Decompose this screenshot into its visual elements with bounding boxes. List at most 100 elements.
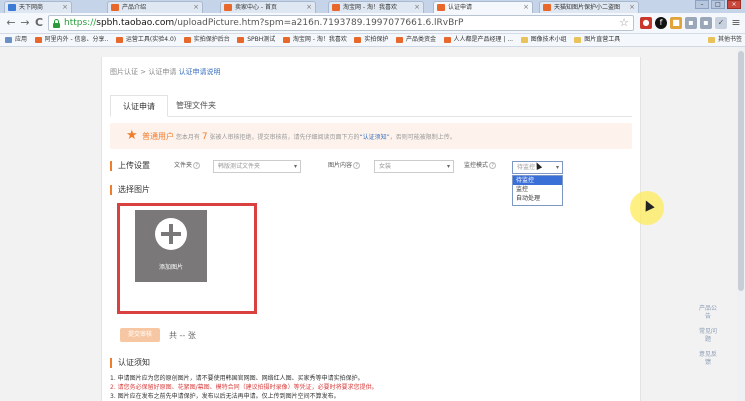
bookmark-folder[interactable]: 图片直营工具 — [574, 34, 620, 46]
plus-icon — [155, 218, 187, 250]
site-icon — [34, 37, 42, 43]
chevron-down-icon: ▾ — [555, 164, 559, 171]
tab-favicon-icon — [543, 4, 551, 11]
bookmark-item[interactable]: 应用 — [5, 34, 27, 46]
upload-highlight-frame: 添加图片 — [117, 203, 257, 314]
bookmark-item[interactable]: 淘宝网 - 淘！我喜欢 — [282, 34, 347, 46]
main-card: 图片认证 > 认证申请 认证申请说明 认证申请 管理文件夹 ★ 普通用户 您本月… — [101, 57, 641, 401]
tab-manage-folders[interactable]: 管理文件夹 — [164, 95, 228, 117]
help-icon[interactable]: ? — [353, 162, 361, 169]
scrollbar-thumb[interactable] — [738, 51, 744, 291]
help-icon[interactable]: ? — [193, 162, 201, 169]
bookmark-item[interactable]: 实拍保护 — [354, 34, 388, 46]
tab-close-icon[interactable]: × — [629, 2, 635, 13]
bookmark-item[interactable]: SPBH测试 — [237, 34, 275, 46]
tab-close-icon[interactable]: × — [414, 2, 420, 13]
add-image-label: 添加图片 — [158, 264, 183, 271]
browser-tab[interactable]: 卖家中心 - 首页 × — [220, 1, 316, 13]
maximize-button[interactable]: □ — [711, 0, 725, 9]
bookmarks-bar: 应用 阿里内外 - 信息、分享.. 运营工具(实验4.0) 实拍保护后台 SPB… — [0, 34, 745, 47]
content-label: 图片内容? — [328, 160, 361, 172]
browser-tab-active[interactable]: 认证申请 × — [433, 1, 533, 13]
notice-text: 普通用户 您本月有 7 张被人审核拒绝，提交审核前，请先仔细阅读页面下方的“认证… — [142, 132, 456, 142]
tab-favicon-icon — [111, 4, 119, 11]
browser-tab[interactable]: 天下网商 × — [4, 1, 72, 13]
menu-icon[interactable]: ≡ — [730, 17, 742, 29]
breadcrumb-link[interactable]: 认证申请 — [148, 68, 176, 76]
folder-select[interactable]: 韩版测试文件夹 ▾ — [213, 160, 301, 173]
site-icon — [282, 37, 290, 43]
chevron-down-icon: ▾ — [446, 163, 450, 170]
folder-icon — [574, 37, 582, 43]
tab-apply[interactable]: 认证申请 — [110, 95, 168, 117]
minimize-button[interactable]: – — [695, 0, 709, 9]
upload-settings-title: 上传设置 — [110, 161, 150, 171]
tab-favicon-icon — [8, 4, 16, 11]
breadcrumb-link[interactable]: 图片认证 — [110, 68, 138, 76]
reload-icon[interactable]: C — [32, 16, 46, 30]
extension-icon[interactable]: ▪ — [685, 17, 697, 29]
add-image-button[interactable]: 添加图片 — [135, 210, 207, 282]
extension-icon[interactable]: ✓ — [715, 17, 727, 29]
tab-close-icon[interactable]: × — [306, 2, 312, 13]
tab-close-icon[interactable]: × — [523, 2, 529, 13]
rules-list: 1. 申请图片应为您的原创图片，请不要使用韩国官网图、网络红人图、买家秀等申请实… — [110, 374, 378, 401]
bookmark-item[interactable]: 阿里内外 - 信息、分享.. — [34, 34, 108, 46]
content-select[interactable]: 女装 ▾ — [374, 160, 454, 173]
page-tabs: 认证申请 管理文件夹 — [110, 85, 632, 117]
address-bar[interactable]: https://spbh.taobao.com/uploadPicture.ht… — [48, 15, 634, 31]
submit-review-button[interactable]: 提交审核 — [120, 328, 160, 342]
image-count: 共 -- 张 — [169, 331, 196, 340]
folder-icon — [520, 37, 528, 43]
url-text[interactable]: https://spbh.taobao.com/uploadPicture.ht… — [64, 17, 463, 30]
help-icon[interactable]: ? — [489, 162, 497, 169]
window-controls: – □ × — [695, 0, 741, 10]
page-scrollbar[interactable] — [737, 47, 745, 401]
feedback-link[interactable]: 意见反馈 — [697, 351, 719, 367]
tab-close-icon[interactable]: × — [62, 2, 68, 13]
monitor-option[interactable]: 监控 — [513, 185, 562, 194]
bookmark-item[interactable]: 运营工具(实验4.0) — [115, 34, 176, 46]
extension-icon[interactable]: ● — [640, 17, 652, 29]
bookmark-folder[interactable]: 图像技术小组 — [520, 34, 567, 46]
monitor-dropdown: 待监控 监控 自动处理 — [512, 175, 563, 206]
rules-link[interactable]: “认证须知” — [360, 134, 390, 141]
forward-arrow-icon[interactable]: → — [18, 16, 32, 30]
close-window-button[interactable]: × — [727, 0, 741, 9]
site-icon — [115, 37, 123, 43]
product-announcement-link[interactable]: 产品公告 — [697, 305, 719, 321]
bookmark-item[interactable]: 人人都是产品经理 | ... — [443, 34, 513, 46]
site-icon — [395, 37, 403, 43]
site-icon — [443, 37, 451, 43]
breadcrumb: 图片认证 > 认证申请 认证申请说明 — [110, 68, 221, 76]
site-icon — [354, 37, 362, 43]
extension-icon[interactable]: ▪ — [700, 17, 712, 29]
site-icon — [183, 37, 191, 43]
side-float-panel: 产品公告 常见问题 意见反馈 — [697, 305, 719, 374]
extension-icon[interactable]: ■ — [670, 17, 682, 29]
extension-icon[interactable]: f — [655, 17, 667, 29]
tab-close-icon[interactable]: × — [193, 2, 199, 13]
browser-tab[interactable]: 产品介绍 × — [107, 1, 203, 13]
breadcrumb-current[interactable]: 认证申请说明 — [179, 68, 221, 76]
monitor-option[interactable]: 自动处理 — [513, 194, 562, 203]
rule-item: 1. 申请图片应为您的原创图片，请不要使用韩国官网图、网络红人图、买家秀等申请实… — [110, 375, 364, 382]
tab-favicon-icon — [224, 4, 232, 11]
select-images-title: 选择图片 — [110, 185, 150, 195]
browser-toolbar: ← → C https://spbh.taobao.com/uploadPict… — [0, 13, 745, 34]
back-arrow-icon[interactable]: ← — [4, 16, 18, 30]
star-icon: ★ — [126, 128, 138, 143]
chevron-down-icon: ▾ — [293, 163, 297, 170]
monitor-option[interactable]: 待监控 — [513, 176, 562, 185]
monitor-label: 监控模式? — [464, 160, 497, 172]
folder-icon — [707, 37, 715, 43]
faq-link[interactable]: 常见问题 — [697, 328, 719, 344]
bookmark-item[interactable]: 产品类资金 — [395, 34, 436, 46]
rule-item: 3. 图片应在发布之前先申请保护，发布以后无法再申请。仅上传到图片空间不算发布。 — [110, 393, 340, 400]
bookmark-star-icon[interactable]: ☆ — [619, 16, 629, 30]
browser-tab[interactable]: 天猫知图片保护小二盗图 × — [539, 1, 639, 13]
other-bookmarks[interactable]: 其他书签 — [707, 34, 742, 46]
bookmark-item[interactable]: 实拍保护后台 — [183, 34, 230, 46]
page-background: 图片认证 > 认证申请 认证申请说明 认证申请 管理文件夹 ★ 普通用户 您本月… — [0, 47, 745, 401]
browser-tab[interactable]: 淘宝网 - 淘！我喜欢 × — [328, 1, 424, 13]
